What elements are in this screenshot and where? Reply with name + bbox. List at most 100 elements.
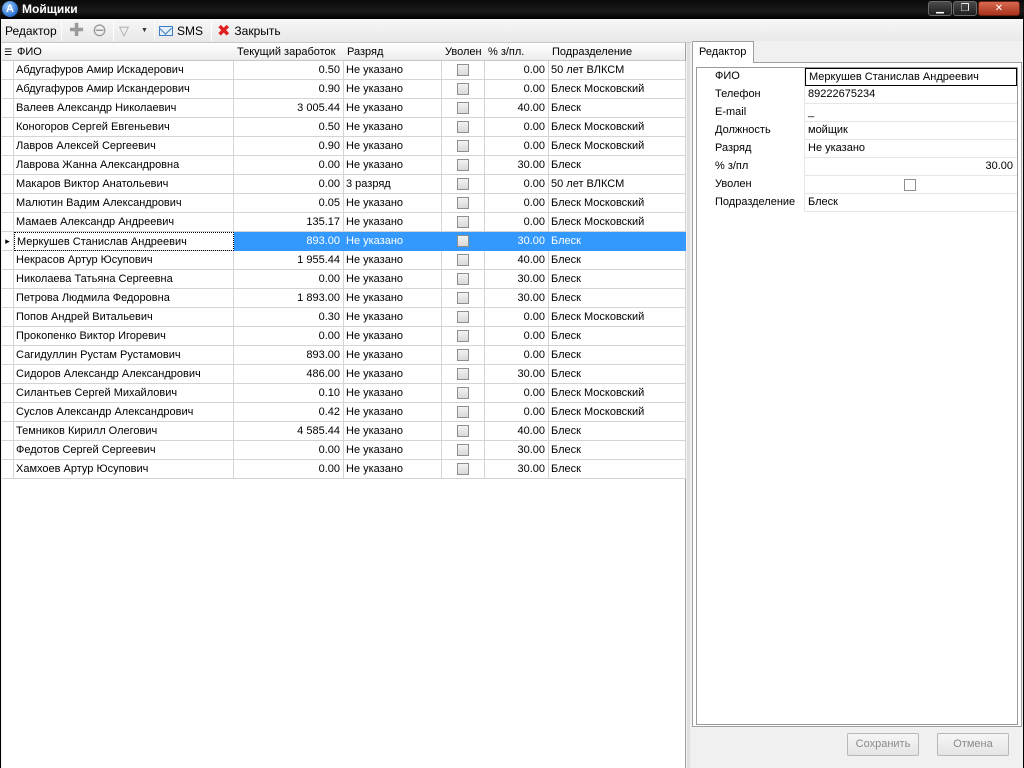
fired-checkbox[interactable] xyxy=(457,311,469,323)
cell-fired[interactable] xyxy=(442,308,485,327)
cell-fired[interactable] xyxy=(442,232,485,251)
cell-rank[interactable]: Не указано xyxy=(344,270,442,289)
cell-percent[interactable]: 30.00 xyxy=(485,289,549,308)
cell-fired[interactable] xyxy=(442,251,485,270)
cell-fio[interactable]: Попов Андрей Витальевич xyxy=(14,308,234,327)
table-row[interactable]: Сидоров Александр Александрович 486.00 Не … xyxy=(2,365,686,384)
cell-fired[interactable] xyxy=(442,213,485,232)
property-value[interactable]: мойщик xyxy=(805,122,1017,140)
cell-earnings[interactable]: 0.50 xyxy=(234,61,344,80)
column-header-earnings[interactable]: Текущий заработок xyxy=(234,43,344,61)
fired-checkbox[interactable] xyxy=(457,292,469,304)
cell-department[interactable]: Блеск Московский xyxy=(549,118,686,137)
cell-rank[interactable]: Не указано xyxy=(344,137,442,156)
editor-toggle-button[interactable]: Редактор xyxy=(5,22,57,40)
cell-percent[interactable]: 30.00 xyxy=(485,365,549,384)
cell-percent[interactable]: 30.00 xyxy=(485,232,549,251)
cell-earnings[interactable]: 893.00 xyxy=(234,232,344,251)
cell-percent[interactable]: 0.00 xyxy=(485,80,549,99)
cell-fio[interactable]: Некрасов Артур Юсупович xyxy=(14,251,234,270)
cell-fio[interactable]: Хамхоев Артур Юсупович xyxy=(14,460,234,479)
cell-percent[interactable]: 0.00 xyxy=(485,118,549,137)
cell-rank[interactable]: Не указано xyxy=(344,308,442,327)
cell-fio[interactable]: Коногоров Сергей Евгеньевич xyxy=(14,118,234,137)
cell-department[interactable]: Блеск xyxy=(549,289,686,308)
table-row[interactable]: Хамхоев Артур Юсупович 0.00 Не указано 30.0… xyxy=(2,460,686,479)
cell-earnings[interactable]: 4 585.44 xyxy=(234,422,344,441)
cell-percent[interactable]: 0.00 xyxy=(485,346,549,365)
cell-rank[interactable]: Не указано xyxy=(344,251,442,270)
table-row[interactable]: Абдугафуров Амир Искандерович 0.90 Не указ… xyxy=(2,80,686,99)
cell-percent[interactable]: 0.00 xyxy=(485,384,549,403)
cell-earnings[interactable]: 135.17 xyxy=(234,213,344,232)
table-row[interactable]: Некрасов Артур Юсупович 1 955.44 Не указан… xyxy=(2,251,686,270)
cell-fio[interactable]: Малютин Вадим Александрович xyxy=(14,194,234,213)
column-chooser-icon[interactable]: ☰ xyxy=(2,43,13,61)
cell-fio[interactable]: Темников Кирилл Олегович xyxy=(14,422,234,441)
column-header-department[interactable]: Подразделение xyxy=(549,43,685,61)
fired-checkbox[interactable] xyxy=(457,463,469,475)
maximize-button[interactable]: ❐ xyxy=(953,1,977,16)
fired-checkbox[interactable] xyxy=(457,444,469,456)
cell-fio[interactable]: Макаров Виктор Анатольевич xyxy=(14,175,234,194)
cell-percent[interactable]: 0.00 xyxy=(485,327,549,346)
cell-department[interactable]: Блеск Московский xyxy=(549,384,686,403)
cell-fio[interactable]: Силантьев Сергей Михайлович xyxy=(14,384,234,403)
cell-fired[interactable] xyxy=(442,99,485,118)
fired-checkbox[interactable] xyxy=(457,178,469,190)
cell-earnings[interactable]: 0.00 xyxy=(234,327,344,346)
cell-department[interactable]: Блеск xyxy=(549,365,686,384)
cell-rank[interactable]: Не указано xyxy=(344,289,442,308)
fired-checkbox[interactable] xyxy=(457,387,469,399)
property-value[interactable]: Блеск xyxy=(805,194,1017,212)
table-row[interactable]: Суслов Александр Александрович 0.42 Не ука… xyxy=(2,403,686,422)
filter-icon[interactable]: ▽ xyxy=(119,22,135,40)
cell-department[interactable]: Блеск xyxy=(549,346,686,365)
fired-checkbox[interactable] xyxy=(457,406,469,418)
cell-percent[interactable]: 40.00 xyxy=(485,99,549,118)
column-header-percent[interactable]: % з/пл. xyxy=(485,43,549,61)
cell-fired[interactable] xyxy=(442,460,485,479)
cell-fio[interactable]: Лавров Алексей Сергеевич xyxy=(14,137,234,156)
cell-rank[interactable]: Не указано xyxy=(344,213,442,232)
cell-department[interactable]: Блеск xyxy=(549,327,686,346)
cancel-button[interactable]: Отмена xyxy=(937,733,1009,756)
add-icon[interactable]: ✚ xyxy=(69,21,85,40)
cell-rank[interactable]: Не указано xyxy=(344,346,442,365)
fired-checkbox[interactable] xyxy=(457,330,469,342)
cell-earnings[interactable]: 0.30 xyxy=(234,308,344,327)
fired-checkbox[interactable] xyxy=(457,368,469,380)
cell-department[interactable]: Блеск Московский xyxy=(549,194,686,213)
table-row[interactable]: Сагидуллин Рустам Рустамович 893.00 Не ука… xyxy=(2,346,686,365)
table-row[interactable]: Лаврова Жанна Александровна 0.00 Не указан… xyxy=(2,156,686,175)
cell-percent[interactable]: 0.00 xyxy=(485,403,549,422)
cell-fio[interactable]: Сидоров Александр Александрович xyxy=(14,365,234,384)
column-header-fired[interactable]: Уволен xyxy=(442,43,485,61)
table-row[interactable]: Темников Кирилл Олегович 4 585.44 Не указа… xyxy=(2,422,686,441)
cell-fired[interactable] xyxy=(442,61,485,80)
cell-fired[interactable] xyxy=(442,80,485,99)
cell-fio[interactable]: Петрова Людмила Федоровна xyxy=(14,289,234,308)
table-row[interactable]: Силантьев Сергей Михайлович 0.10 Не указан… xyxy=(2,384,686,403)
table-row[interactable]: Николаева Татьяна Сергеевна 0.00 Не указан… xyxy=(2,270,686,289)
cell-fio[interactable]: Федотов Сергей Сергеевич xyxy=(14,441,234,460)
panel-splitter[interactable] xyxy=(687,43,690,768)
fired-checkbox[interactable] xyxy=(457,216,469,228)
chevron-down-icon[interactable]: ▼ xyxy=(141,22,149,40)
cell-fio[interactable]: Николаева Татьяна Сергеевна xyxy=(14,270,234,289)
sms-button[interactable]: SMS xyxy=(159,22,203,40)
table-row[interactable]: Валеев Александр Николаевич 3 005.44 Не ук… xyxy=(2,99,686,118)
cell-rank[interactable]: Не указано xyxy=(344,422,442,441)
minimize-button[interactable]: ▁ xyxy=(928,1,952,16)
cell-fio[interactable]: Мамаев Александр Андреевич xyxy=(14,213,234,232)
cell-rank[interactable]: Не указано xyxy=(344,365,442,384)
cell-earnings[interactable]: 0.00 xyxy=(234,441,344,460)
cell-earnings[interactable]: 0.90 xyxy=(234,137,344,156)
fired-checkbox[interactable] xyxy=(904,179,916,191)
property-value[interactable]: 89222675234 xyxy=(805,86,1017,104)
cell-department[interactable]: Блеск Московский xyxy=(549,80,686,99)
cell-earnings[interactable]: 1 893.00 xyxy=(234,289,344,308)
fired-checkbox[interactable] xyxy=(457,140,469,152)
tab-editor[interactable]: Редактор xyxy=(692,41,754,63)
cell-fired[interactable] xyxy=(442,346,485,365)
